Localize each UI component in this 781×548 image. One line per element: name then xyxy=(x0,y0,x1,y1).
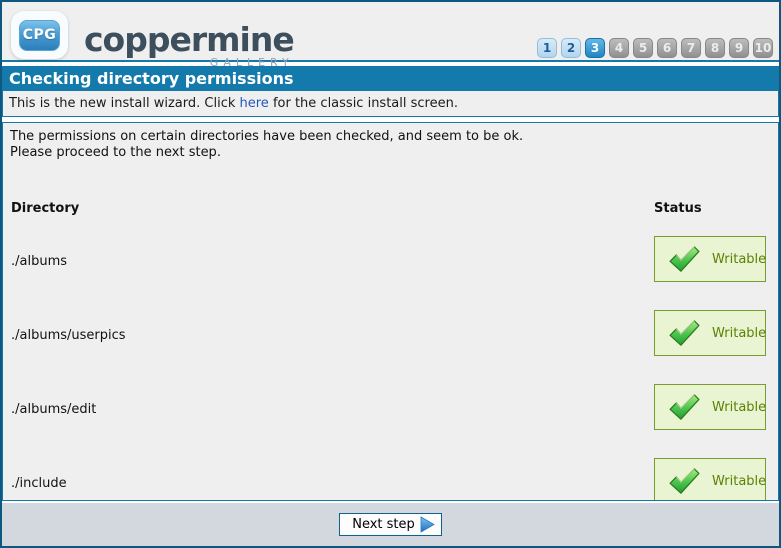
classic-install-link[interactable]: here xyxy=(240,96,269,111)
directory-path: ./albums/userpics xyxy=(11,328,126,343)
step-8: 8 xyxy=(705,38,725,58)
status-badge: Writable xyxy=(654,236,766,282)
directory-path: ./albums xyxy=(11,254,67,269)
check-icon xyxy=(668,246,701,273)
check-icon xyxy=(668,468,701,495)
table-row: ./albums Writable xyxy=(10,222,772,296)
table-row: ./albums/userpics Writable xyxy=(10,296,772,370)
next-step-button[interactable]: Next step xyxy=(339,513,442,536)
check-icon xyxy=(668,394,701,421)
brand-name: coppermine xyxy=(84,25,294,55)
table-row: ./albums/edit Writable xyxy=(10,370,772,444)
info-text-pre: This is the new install wizard. Click xyxy=(9,96,240,111)
step-2: 2 xyxy=(561,38,581,58)
check-icon xyxy=(668,320,701,347)
status-badge: Writable xyxy=(654,458,766,501)
brand-wordmark: coppermine GALLERY xyxy=(84,25,294,69)
step-indicator: 12345678910 xyxy=(537,38,773,58)
table-row: ./include Writable xyxy=(10,444,772,501)
status-label: Writable xyxy=(712,474,766,489)
install-wizard-page: { "header": { "logo_abbr": "CPG", "brand… xyxy=(0,0,781,548)
column-header-status: Status xyxy=(654,201,772,216)
info-text-post: for the classic install screen. xyxy=(269,96,458,111)
step-1: 1 xyxy=(537,38,557,58)
cpg-logo-abbr: CPG xyxy=(19,20,60,51)
step-4: 4 xyxy=(609,38,629,58)
status-label: Writable xyxy=(712,326,766,341)
step-7: 7 xyxy=(681,38,701,58)
next-arrow-icon xyxy=(420,516,435,533)
table-header: Directory Status xyxy=(10,201,772,216)
intro-line-1: The permissions on certain directories h… xyxy=(10,129,772,145)
step-5: 5 xyxy=(633,38,653,58)
status-label: Writable xyxy=(712,252,766,267)
status-label: Writable xyxy=(712,400,766,415)
column-header-directory: Directory xyxy=(10,201,654,216)
title-section: Checking directory permissions This is t… xyxy=(2,66,779,117)
page-title: Checking directory permissions xyxy=(3,67,778,91)
info-bar: This is the new install wizard. Click he… xyxy=(3,91,778,116)
directory-path: ./albums/edit xyxy=(11,402,96,417)
main-content: The permissions on certain directories h… xyxy=(2,122,779,501)
permissions-table: ./albums Writable xyxy=(10,222,772,501)
header: CPG coppermine GALLERY 12345678910 xyxy=(2,2,779,62)
step-3: 3 xyxy=(585,38,605,58)
step-10: 10 xyxy=(753,38,773,58)
intro-line-2: Please proceed to the next step. xyxy=(10,145,772,161)
footer: Next step xyxy=(2,503,779,546)
next-step-label: Next step xyxy=(352,517,415,532)
status-badge: Writable xyxy=(654,310,766,356)
logo: CPG coppermine GALLERY xyxy=(2,2,294,60)
status-badge: Writable xyxy=(654,384,766,430)
cpg-logo-icon: CPG xyxy=(11,11,68,59)
directory-path: ./include xyxy=(11,476,67,491)
step-9: 9 xyxy=(729,38,749,58)
step-6: 6 xyxy=(657,38,677,58)
